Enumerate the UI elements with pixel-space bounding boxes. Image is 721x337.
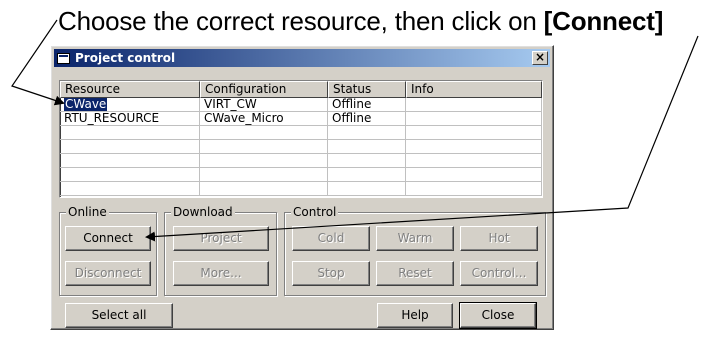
help-button-label: Help bbox=[401, 308, 429, 322]
group-label-download: Download bbox=[171, 205, 235, 219]
close-button-label: Close bbox=[481, 308, 515, 322]
cold-button-label: Cold bbox=[317, 231, 345, 245]
disconnect-button-label: Disconnect bbox=[74, 266, 142, 280]
selected-resource-name: CWave bbox=[62, 98, 109, 111]
connect-button-label: Connect bbox=[83, 231, 133, 245]
close-button[interactable]: Close bbox=[459, 302, 537, 329]
list-item[interactable]: RTU_RESOURCE CWave_Micro Offline bbox=[60, 112, 542, 126]
cell-info bbox=[406, 112, 542, 125]
cell-configuration: VIRT_CW bbox=[200, 98, 328, 111]
reset-button-label: Reset bbox=[398, 266, 432, 280]
help-button[interactable]: Help bbox=[377, 303, 453, 328]
connect-button[interactable]: Connect bbox=[65, 226, 151, 251]
empty-row bbox=[60, 140, 542, 154]
list-header: Resource Configuration Status Info bbox=[60, 81, 542, 98]
hot-button[interactable]: Hot bbox=[460, 226, 538, 251]
project-button[interactable]: Project bbox=[173, 226, 269, 251]
cell-configuration: CWave_Micro bbox=[200, 112, 328, 125]
hot-button-label: Hot bbox=[488, 231, 510, 245]
instruction-caption: Choose the correct resource, then click … bbox=[58, 6, 663, 37]
empty-row bbox=[60, 182, 542, 196]
disconnect-button[interactable]: Disconnect bbox=[65, 261, 151, 286]
cell-resource: CWave bbox=[60, 98, 200, 111]
more-button-label: More... bbox=[200, 266, 242, 280]
title-bar[interactable]: Project control × bbox=[54, 49, 550, 67]
cell-status: Offline bbox=[328, 98, 406, 111]
cell-resource: RTU_RESOURCE bbox=[60, 112, 200, 125]
empty-row bbox=[60, 126, 542, 140]
warm-button[interactable]: Warm bbox=[376, 226, 454, 251]
column-header-configuration[interactable]: Configuration bbox=[200, 81, 328, 98]
cell-info bbox=[406, 98, 542, 111]
window-icon bbox=[57, 52, 70, 64]
project-button-label: Project bbox=[200, 231, 242, 245]
stop-button[interactable]: Stop bbox=[292, 261, 370, 286]
stop-button-label: Stop bbox=[317, 266, 345, 280]
select-all-button-label: Select all bbox=[91, 308, 147, 322]
column-header-status[interactable]: Status bbox=[328, 81, 406, 98]
column-header-resource[interactable]: Resource bbox=[60, 81, 200, 98]
select-all-button[interactable]: Select all bbox=[65, 303, 173, 328]
more-button[interactable]: More... bbox=[173, 261, 269, 286]
cold-button[interactable]: Cold bbox=[292, 226, 370, 251]
project-control-dialog: Project control × Resource Configuration… bbox=[50, 45, 554, 330]
column-header-info[interactable]: Info bbox=[406, 81, 542, 98]
resource-list[interactable]: Resource Configuration Status Info CWave… bbox=[59, 80, 543, 198]
instruction-bold-connect: [Connect] bbox=[543, 6, 664, 36]
cell-status: Offline bbox=[328, 112, 406, 125]
empty-row bbox=[60, 168, 542, 182]
list-item[interactable]: CWave VIRT_CW Offline bbox=[60, 98, 542, 112]
control-button-label: Control... bbox=[471, 266, 527, 280]
empty-row bbox=[60, 154, 542, 168]
close-icon[interactable]: × bbox=[532, 51, 548, 65]
group-label-online: Online bbox=[66, 205, 109, 219]
control-button[interactable]: Control... bbox=[460, 261, 538, 286]
warm-button-label: Warm bbox=[397, 231, 433, 245]
group-label-control: Control bbox=[291, 205, 339, 219]
window-title: Project control bbox=[75, 51, 176, 65]
instruction-text: Choose the correct resource, then click … bbox=[58, 6, 544, 36]
reset-button[interactable]: Reset bbox=[376, 261, 454, 286]
